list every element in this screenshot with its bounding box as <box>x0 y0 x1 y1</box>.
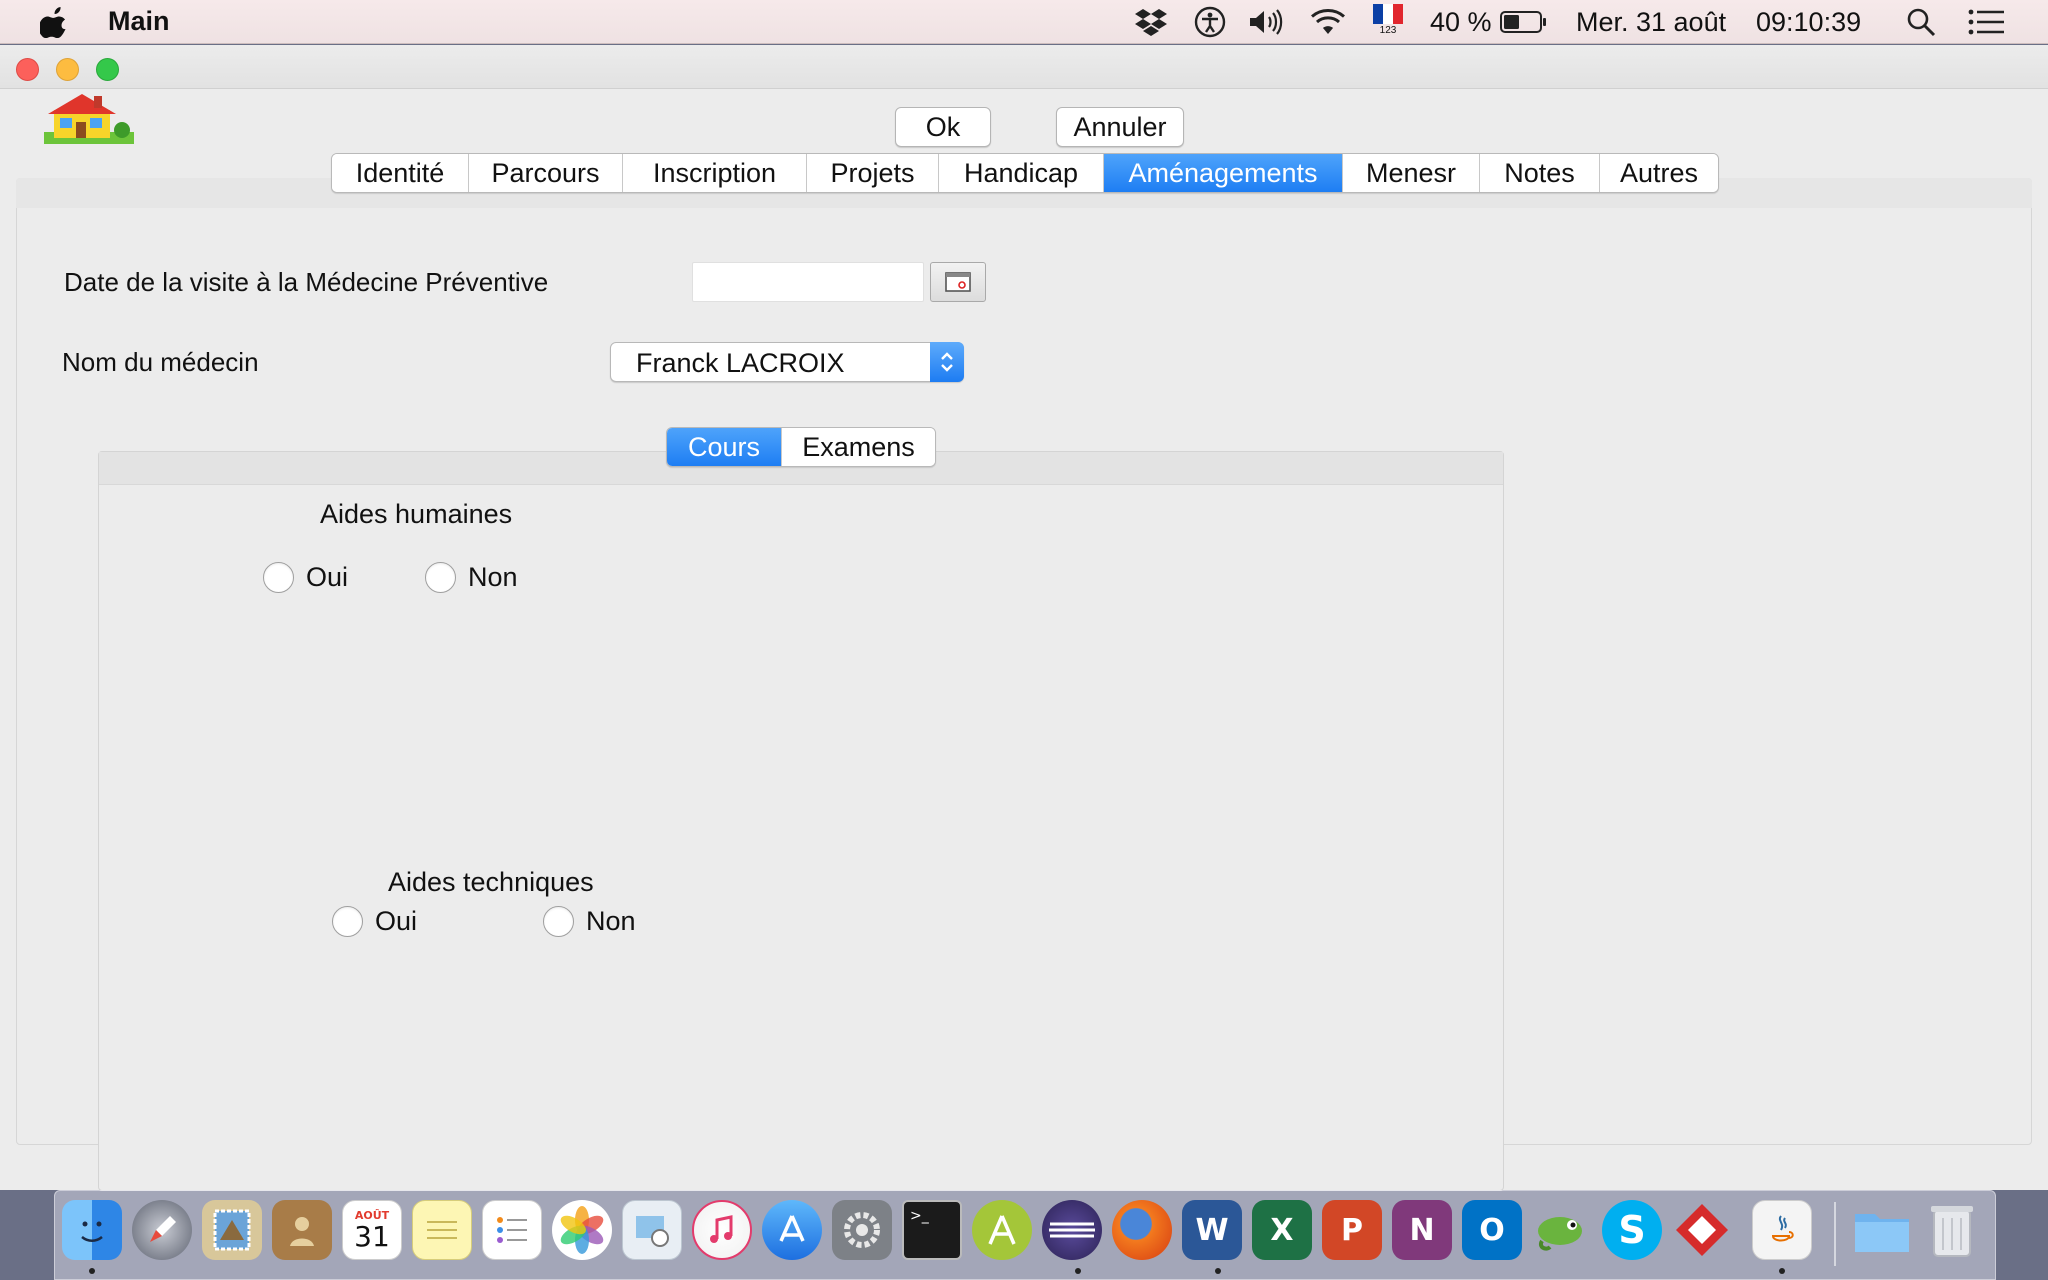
main-tab-bar: Identité Parcours Inscription Projets Ha… <box>331 153 1719 193</box>
notes-icon[interactable] <box>412 1200 472 1260</box>
itunes-icon[interactable] <box>692 1200 752 1260</box>
menubar-time[interactable]: 09:10:39 <box>1756 4 1861 40</box>
zoom-window-button[interactable] <box>96 58 119 81</box>
running-indicator <box>89 1268 95 1274</box>
tab-amenagements[interactable]: Aménagements <box>1104 154 1343 192</box>
battery-icon[interactable] <box>1500 4 1548 40</box>
visit-date-label: Date de la visite à la Médecine Préventi… <box>64 267 549 297</box>
doctor-select[interactable]: Franck LACROIX <box>610 342 964 382</box>
minimize-window-button[interactable] <box>56 58 79 81</box>
powerpoint-icon[interactable]: P <box>1322 1200 1382 1260</box>
launchpad-icon[interactable] <box>132 1200 192 1260</box>
calendar-icon[interactable]: AOÛT 31 <box>342 1200 402 1260</box>
firefox-icon[interactable] <box>1112 1200 1172 1260</box>
technical-aid-no-radio[interactable] <box>543 906 574 937</box>
tab-parcours[interactable]: Parcours <box>469 154 623 192</box>
tab-menesr[interactable]: Menesr <box>1343 154 1480 192</box>
apple-icon[interactable] <box>40 6 70 38</box>
photos-icon[interactable] <box>552 1200 612 1260</box>
calendar-icon <box>945 272 971 292</box>
word-icon[interactable]: W <box>1182 1200 1242 1260</box>
dock-separator <box>1834 1202 1836 1266</box>
doctor-select-value: Franck LACROIX <box>636 348 845 378</box>
dropbox-icon[interactable] <box>1134 4 1168 40</box>
skype-icon[interactable]: S <box>1602 1200 1662 1260</box>
chevron-updown-icon <box>930 342 964 382</box>
technical-aid-yes-radio[interactable] <box>332 906 363 937</box>
finder-icon[interactable] <box>62 1200 122 1260</box>
calendar-picker-button[interactable] <box>930 262 986 302</box>
tab-cours[interactable]: Cours <box>667 428 782 466</box>
preview-icon[interactable] <box>622 1200 682 1260</box>
house-logo-icon <box>44 94 134 144</box>
chameleon-icon[interactable] <box>1532 1200 1592 1260</box>
onenote-icon[interactable]: N <box>1392 1200 1452 1260</box>
running-indicator <box>1779 1268 1785 1274</box>
calendar-day: 31 <box>354 1219 390 1253</box>
tab-autres[interactable]: Autres <box>1600 154 1718 192</box>
title-bar[interactable] <box>0 45 2048 89</box>
tab-handicap[interactable]: Handicap <box>939 154 1104 192</box>
flag-fr-icon[interactable]: 123 <box>1372 4 1404 40</box>
rubymine-icon[interactable] <box>1672 1200 1732 1260</box>
keyboard-layout-label: 123 <box>1379 25 1397 36</box>
technical-aid-yes-label: Oui <box>375 906 418 936</box>
eclipse-icon[interactable] <box>1042 1200 1102 1260</box>
app-name[interactable]: Main <box>108 6 170 37</box>
ok-button[interactable]: Ok <box>895 107 991 147</box>
technical-aid-yes-option[interactable]: Oui <box>332 906 417 937</box>
technical-aid-title: Aides techniques <box>388 867 594 897</box>
wifi-icon[interactable] <box>1308 4 1348 40</box>
battery-percent: 40 % <box>1430 6 1492 37</box>
tab-projets[interactable]: Projets <box>807 154 939 192</box>
spotlight-icon[interactable] <box>1906 4 1936 40</box>
technical-aid-no-label: Non <box>586 906 636 936</box>
downloads-folder-icon[interactable] <box>1852 1200 1912 1260</box>
app-store-icon[interactable] <box>762 1200 822 1260</box>
android-studio-icon[interactable] <box>972 1200 1032 1260</box>
tab-notes[interactable]: Notes <box>1480 154 1600 192</box>
human-aid-no-label: Non <box>468 562 518 592</box>
doctor-name-label: Nom du médecin <box>62 347 259 377</box>
notification-center-icon[interactable] <box>1968 4 2004 40</box>
human-aid-yes-label: Oui <box>306 562 349 592</box>
menubar-date[interactable]: Mer. 31 août <box>1576 4 1726 40</box>
java-icon[interactable] <box>1752 1200 1812 1260</box>
human-aid-yes-radio[interactable] <box>263 562 294 593</box>
trash-icon[interactable] <box>1922 1200 1982 1260</box>
menu-bar: Main 123 40 % Mer. 31 août 09:10:39 <box>0 0 2048 44</box>
excel-icon[interactable]: X <box>1252 1200 1312 1260</box>
reminders-icon[interactable] <box>482 1200 542 1260</box>
technical-aid-no-option[interactable]: Non <box>543 906 636 937</box>
human-aid-no-option[interactable]: Non <box>425 562 518 593</box>
outlook-icon[interactable]: O <box>1462 1200 1522 1260</box>
tab-identite[interactable]: Identité <box>332 154 469 192</box>
contacts-icon[interactable] <box>272 1200 332 1260</box>
tab-examens[interactable]: Examens <box>782 428 935 466</box>
human-aid-yes-option[interactable]: Oui <box>263 562 348 593</box>
human-aid-no-radio[interactable] <box>425 562 456 593</box>
human-aid-title: Aides humaines <box>320 499 513 529</box>
running-indicator <box>1215 1268 1221 1274</box>
close-window-button[interactable] <box>16 58 39 81</box>
volume-icon[interactable] <box>1248 4 1284 40</box>
running-indicator <box>1075 1268 1081 1274</box>
visit-date-field[interactable] <box>692 262 924 302</box>
tab-inscription[interactable]: Inscription <box>623 154 807 192</box>
system-preferences-icon[interactable] <box>832 1200 892 1260</box>
mail-stamp-icon[interactable] <box>202 1200 262 1260</box>
cancel-button[interactable]: Annuler <box>1056 107 1184 147</box>
accessibility-icon[interactable] <box>1194 4 1226 40</box>
terminal-icon[interactable]: >_ <box>902 1200 962 1260</box>
inner-tab-bar: Cours Examens <box>666 427 936 467</box>
